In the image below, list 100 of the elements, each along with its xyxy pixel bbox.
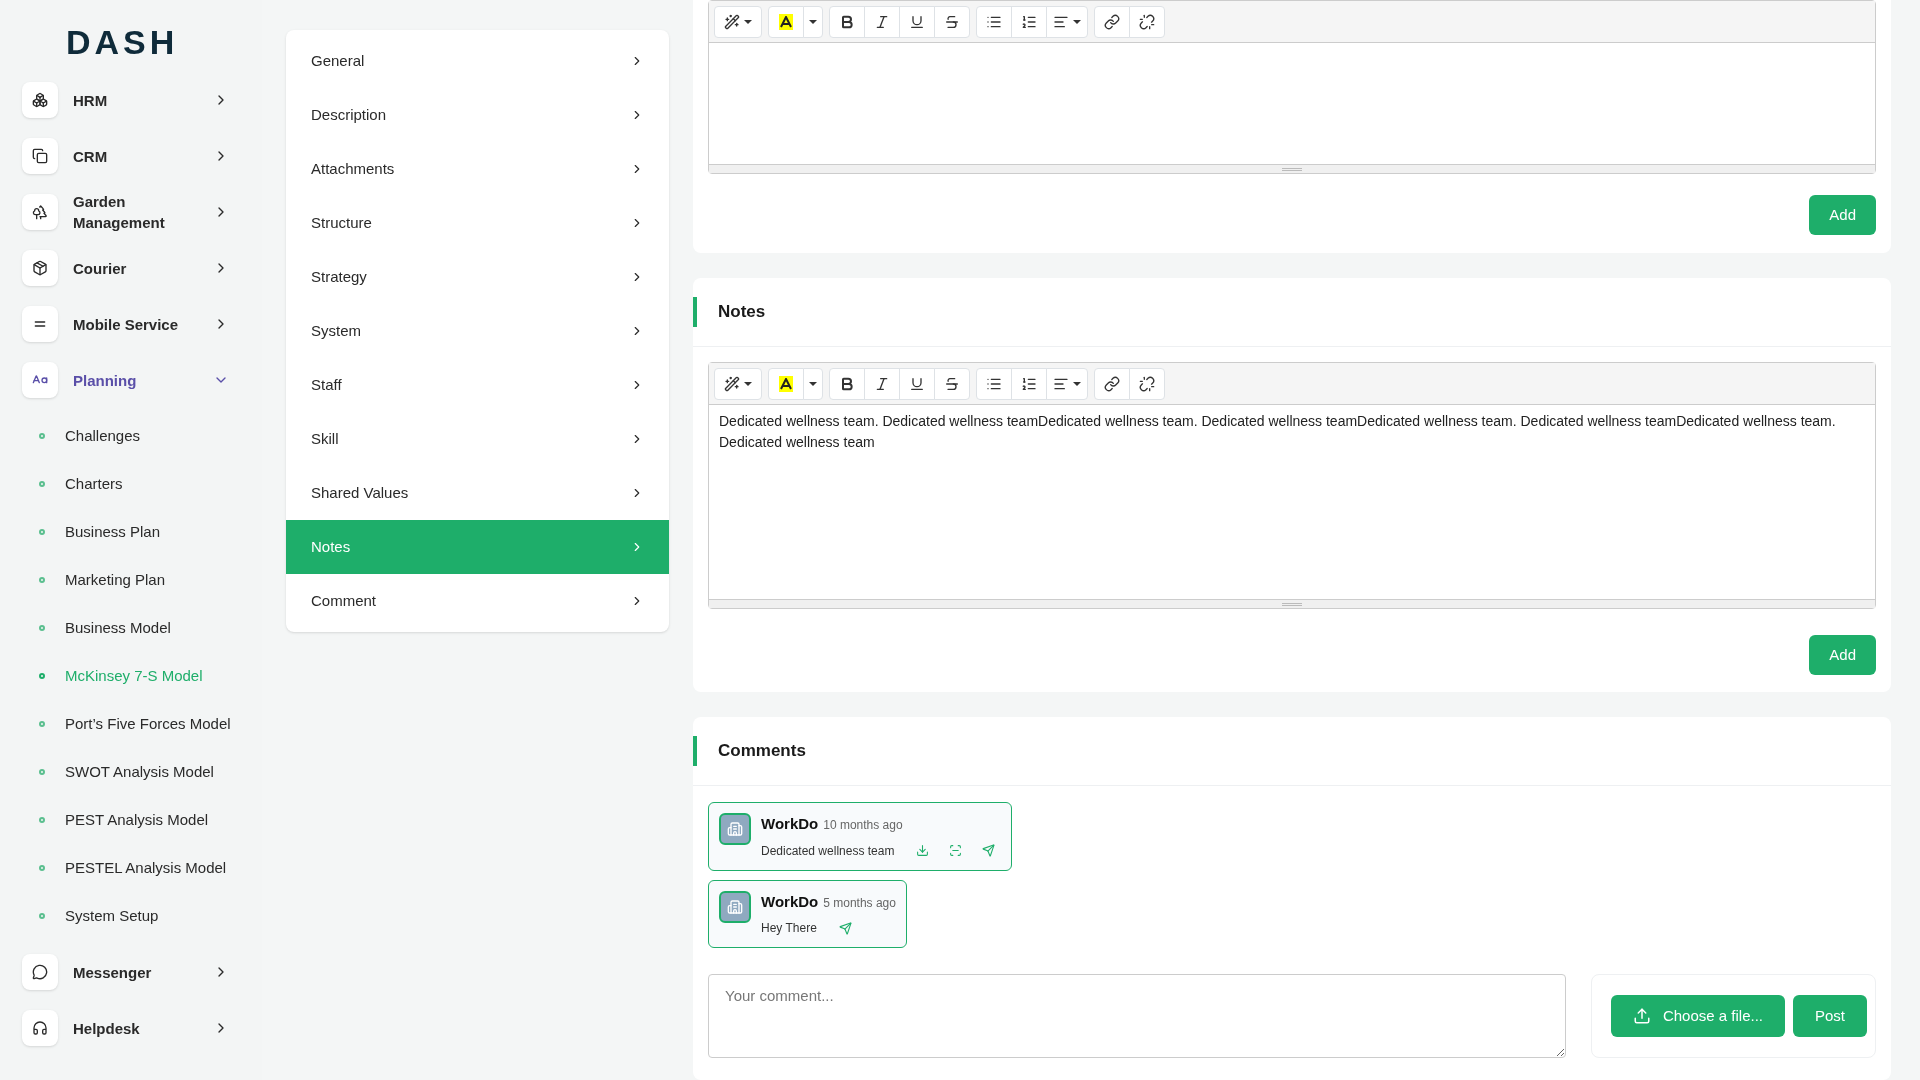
comment-time: 5 months ago [823,894,896,912]
sidebar-item[interactable]: Helpdesk [22,1000,262,1056]
numbered-list-button[interactable] [1011,5,1047,38]
comment-time: 10 months ago [823,817,903,834]
submenu-item[interactable]: Business Plan [22,508,262,556]
section-menu-item[interactable]: Staff [286,358,669,412]
send-icon[interactable] [838,921,852,935]
bullet-icon [39,769,45,775]
submenu-item[interactable]: Challenges [22,412,262,460]
section-menu-item[interactable]: Attachments [286,142,669,196]
sidebar-item-label: HRM [73,90,109,111]
strikethrough-button[interactable] [934,367,970,400]
highlight-button[interactable] [768,5,804,38]
align-button[interactable] [1046,367,1088,400]
section-menu-item[interactable]: Description [286,88,669,142]
bullet-list-button[interactable] [976,367,1012,400]
bold-button[interactable] [829,367,865,400]
unlink-icon [1139,13,1155,30]
italic-icon [874,13,890,30]
section-menu-item[interactable]: System [286,304,669,358]
unlink-icon [1139,375,1155,392]
bold-icon [839,13,855,30]
strikethrough-button[interactable] [934,5,970,38]
scan-icon[interactable] [949,844,963,857]
bullet-icon [39,577,45,583]
sidebar-item[interactable]: Courier [22,240,262,296]
bold-button[interactable] [829,5,865,38]
link-button[interactable] [1094,5,1130,38]
sidebar-item-label: Planning [73,370,138,391]
unlink-button[interactable] [1129,367,1165,400]
submenu-item[interactable]: Business Model [22,604,262,652]
underline-button[interactable] [899,5,935,38]
comment-field[interactable]: Your comment... [708,974,1566,1058]
logo: DASH [66,22,180,62]
submenu-item[interactable]: Marketing Plan [22,556,262,604]
style-button[interactable] [714,5,762,38]
sidebar-item-label: Helpdesk [73,1018,141,1039]
section-menu-item[interactable]: Strategy [286,250,669,304]
bullet-list-button[interactable] [976,5,1012,38]
highlight-button[interactable] [768,367,804,400]
color-dropdown-button[interactable] [803,367,823,400]
cubes-icon [32,92,48,108]
chat-icon [32,964,48,980]
bullet-icon [39,433,45,439]
sidebar-item[interactable]: CRM [22,128,262,184]
sidebar-item[interactable]: HRM [22,72,262,128]
sidebar-item[interactable]: Mobile Service [22,296,262,352]
italic-button[interactable] [864,367,900,400]
submenu-item[interactable]: System Setup [22,892,262,940]
link-icon [1104,13,1120,30]
link-button[interactable] [1094,367,1130,400]
color-dropdown-button[interactable] [803,5,823,38]
underline-button[interactable] [899,367,935,400]
sidebar-item[interactable]: Messenger [22,944,262,1000]
bullet-icon [39,817,45,823]
comment-author: WorkDo [761,814,819,834]
section-title: Notes [718,301,766,324]
numbered-list-button[interactable] [1011,367,1047,400]
submenu-item[interactable]: PEST Analysis Model [22,796,262,844]
italic-icon [874,375,890,392]
comment-text: Dedicated wellness team [761,842,895,860]
comment-text: Hey There [761,920,817,937]
section-menu-item[interactable]: Structure [286,196,669,250]
caret-icon [809,19,817,24]
bullet-icon [39,625,45,631]
section-menu-item[interactable]: Shared Values [286,466,669,520]
highlight-icon [779,375,793,392]
sidebar-item[interactable]: Planning [22,352,262,408]
caret-icon [1073,381,1081,386]
align-button[interactable] [1046,5,1088,38]
section-title: Comments [718,740,806,763]
submenu-item[interactable]: Charters [22,460,262,508]
numbered-list-icon [1021,13,1037,30]
section-accent-bar [693,736,697,766]
avatar-icon [719,890,751,923]
caret-icon [744,19,752,24]
trees-icon [32,204,48,220]
submenu-item[interactable]: SWOT Analysis Model [22,748,262,796]
strikethrough-icon [944,13,960,30]
section-menu-item[interactable]: Skill [286,412,669,466]
style-button[interactable] [714,367,762,400]
caret-icon [744,381,752,386]
section-accent-bar [693,297,697,327]
highlight-icon [779,13,793,30]
section-menu-item[interactable]: Comment [286,574,669,628]
rich-text-editor[interactable]: Dedicated wellness team. Dedicated wellness teamDedicated wellness team. Dedicated wellness teamDedicated wellness team. Dedicated wellness teamDedicated wellness team. Dedicated wellness team [708,362,1876,609]
underline-icon [909,375,925,392]
submenu-item[interactable]: Port’s Five Forces Model [22,700,262,748]
bold-icon [839,375,855,392]
send-icon[interactable] [982,844,996,857]
box-icon [32,260,48,276]
underline-icon [909,13,925,30]
italic-button[interactable] [864,5,900,38]
submenu-item[interactable]: PESTEL Analysis Model [22,844,262,892]
download-icon[interactable] [916,844,930,857]
section-menu-item[interactable]: General [286,34,669,88]
bullet-icon [39,529,45,535]
unlink-button[interactable] [1129,5,1165,38]
sidebar-item[interactable]: Garden Management [22,184,262,240]
sidebar-item-label: CRM [73,146,109,167]
